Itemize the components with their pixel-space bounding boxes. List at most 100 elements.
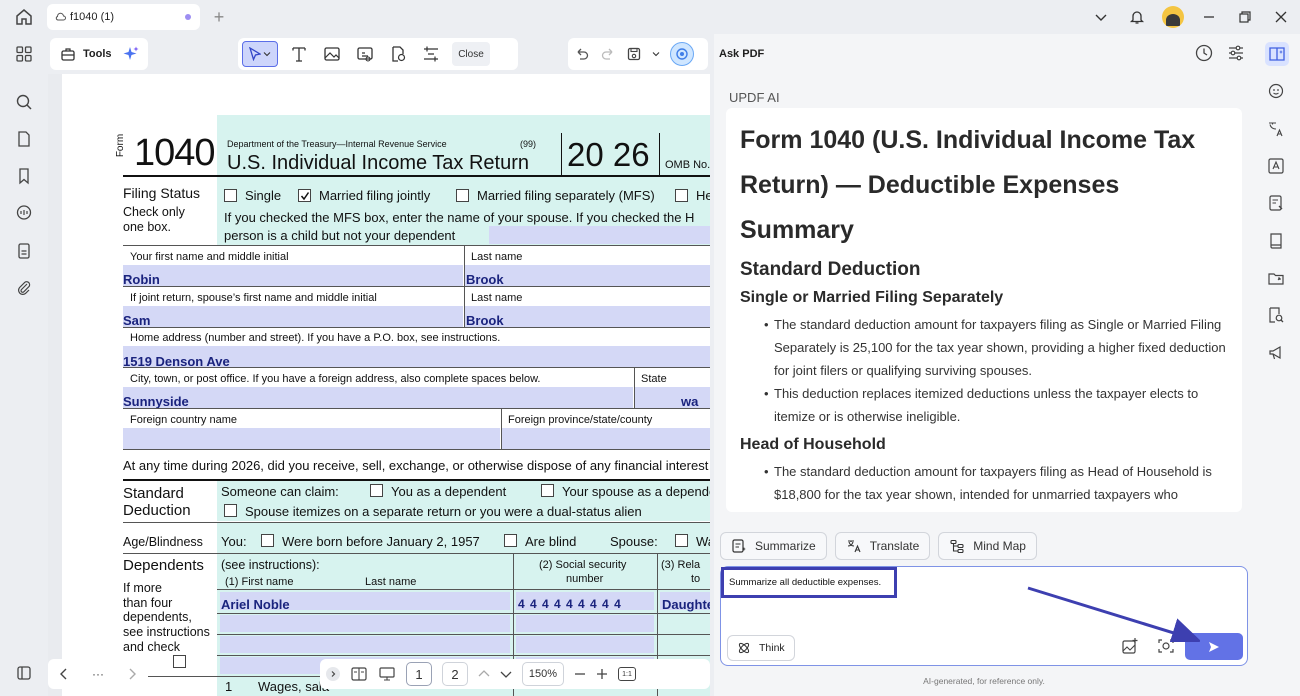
- history-clock-icon[interactable]: [1194, 43, 1214, 63]
- married-separately-checkbox[interactable]: [456, 189, 469, 202]
- born-before-checkbox[interactable]: [261, 534, 274, 547]
- image-tool-icon[interactable]: [320, 42, 344, 66]
- document-viewer[interactable]: Form 1040 Department of the Treasury—Int…: [48, 74, 710, 696]
- ai-sparkle-icon[interactable]: [122, 45, 140, 63]
- sidebar-toggle-icon[interactable]: [13, 662, 35, 684]
- translate-button[interactable]: Translate: [834, 532, 931, 560]
- document-tab[interactable]: f1040 (1): [47, 4, 200, 30]
- dependent-name-value: Ariel Noble: [221, 597, 290, 612]
- dependent-row-2-ssn[interactable]: [516, 615, 654, 632]
- save-dropdown-chevron-icon[interactable]: [652, 50, 660, 58]
- prev-page-icon[interactable]: [59, 668, 69, 680]
- link-tool-icon[interactable]: [353, 42, 377, 66]
- minimize-icon[interactable]: [1198, 5, 1220, 29]
- you-blind-checkbox[interactable]: [504, 534, 517, 547]
- restore-icon[interactable]: [1234, 5, 1256, 29]
- comments-icon[interactable]: [13, 202, 35, 224]
- page-1-button[interactable]: 1: [406, 662, 432, 686]
- single-checkbox[interactable]: [224, 189, 237, 202]
- form-word: Form: [115, 133, 127, 158]
- more-pages-button[interactable]: ···: [92, 667, 104, 681]
- head-of-household-checkbox[interactable]: [675, 189, 688, 202]
- tools-button[interactable]: Tools: [50, 38, 148, 70]
- married-separately-label: Married filing separately (MFS): [477, 188, 655, 203]
- view-controls-bar: 1 2 150% 1:1: [320, 659, 710, 689]
- foreign-province-field[interactable]: [502, 428, 710, 449]
- close-edit-button[interactable]: Close: [452, 42, 490, 66]
- dependent-row-3-ssn[interactable]: [516, 636, 654, 653]
- expand-arrow-icon[interactable]: [326, 667, 340, 681]
- zoom-level[interactable]: 150%: [522, 662, 564, 686]
- spouse-itemizes-checkbox[interactable]: [224, 504, 237, 517]
- prompt-input[interactable]: Summarize all deductible expenses.: [721, 567, 897, 598]
- ask-pdf-tab-icon[interactable]: [1265, 42, 1289, 66]
- translate-panel-icon[interactable]: [1265, 118, 1287, 140]
- foreign-country-field[interactable]: [123, 428, 500, 449]
- search-icon[interactable]: [13, 91, 35, 113]
- search-document-icon[interactable]: [1265, 304, 1287, 326]
- spouse-dependent-checkbox[interactable]: [541, 484, 554, 497]
- paperclip-icon[interactable]: [13, 277, 35, 299]
- zoom-in-icon[interactable]: [596, 668, 608, 680]
- reader-book-icon[interactable]: [1265, 230, 1287, 252]
- new-tab-button[interactable]: +: [210, 7, 228, 27]
- col-relationship-2: to: [691, 573, 701, 585]
- translate-label: Translate: [869, 539, 920, 553]
- right-sidebar: [1254, 34, 1300, 696]
- scroll-up-icon[interactable]: [478, 669, 490, 679]
- settings-sliders-icon[interactable]: [1226, 43, 1246, 63]
- think-toggle-button[interactable]: Think: [727, 635, 795, 661]
- state-value: wa: [681, 394, 699, 409]
- if-more-label: If more: [123, 581, 162, 595]
- more-dependents-checkbox[interactable]: [173, 655, 186, 668]
- state-field[interactable]: [635, 387, 710, 408]
- close-window-icon[interactable]: [1270, 5, 1292, 29]
- text-tool-icon[interactable]: [287, 42, 311, 66]
- form-fill-icon[interactable]: [1265, 192, 1287, 214]
- someone-can-claim-label: Someone can claim:: [221, 484, 339, 499]
- attachment-file-icon[interactable]: [13, 240, 35, 262]
- select-tool-button[interactable]: [242, 41, 278, 67]
- spouse-born-checkbox[interactable]: [675, 534, 688, 547]
- city-field[interactable]: [123, 387, 633, 408]
- notification-bell-icon[interactable]: [1126, 5, 1148, 29]
- home-icon[interactable]: [12, 6, 36, 28]
- ocr-text-icon[interactable]: [1265, 155, 1287, 177]
- chat-bot-icon[interactable]: [1265, 80, 1287, 102]
- left-sidebar: [0, 34, 48, 696]
- bookmark-icon[interactable]: [13, 165, 35, 187]
- first-name-field[interactable]: [123, 265, 463, 286]
- one-box-label: one box.: [123, 220, 171, 234]
- spouse-first-field[interactable]: [123, 306, 463, 327]
- thumbnails-grid-icon[interactable]: [13, 43, 35, 65]
- next-page-icon[interactable]: [127, 668, 137, 680]
- married-jointly-checkbox[interactable]: [298, 189, 311, 202]
- announcement-megaphone-icon[interactable]: [1265, 342, 1287, 364]
- presentation-icon[interactable]: [378, 666, 396, 682]
- you-dependent-checkbox[interactable]: [370, 484, 383, 497]
- zoom-out-icon[interactable]: [574, 668, 586, 680]
- user-avatar[interactable]: [1162, 5, 1184, 29]
- chevron-down-icon[interactable]: [1090, 5, 1112, 29]
- mind-map-button[interactable]: Mind Map: [938, 532, 1037, 560]
- answer-section-title: Standard Deduction: [740, 259, 921, 280]
- spouse-itemizes-label: Spouse itemizes on a separate return or …: [245, 504, 642, 519]
- summarize-button[interactable]: Summarize: [720, 532, 827, 560]
- dependent-row-2-field[interactable]: [220, 615, 510, 632]
- folder-export-icon[interactable]: [1265, 267, 1287, 289]
- actual-size-button[interactable]: 1:1: [618, 667, 636, 681]
- ai-assistant-icon[interactable]: [670, 42, 694, 66]
- save-icon[interactable]: [626, 46, 642, 62]
- redo-icon[interactable]: [600, 46, 616, 62]
- spouse-name-field[interactable]: [489, 226, 710, 244]
- watermark-tool-icon[interactable]: [386, 42, 410, 66]
- head-of-household-label: He: [696, 188, 710, 203]
- scroll-down-icon[interactable]: [500, 669, 512, 679]
- undo-icon[interactable]: [574, 46, 590, 62]
- page-layout-icon[interactable]: [350, 666, 368, 682]
- standard-deduction-label-1: Standard: [123, 485, 184, 502]
- pages-icon[interactable]: [13, 128, 35, 150]
- page-2-button[interactable]: 2: [442, 662, 468, 686]
- header-footer-tool-icon[interactable]: [419, 42, 443, 66]
- dependent-row-3-field[interactable]: [220, 636, 510, 653]
